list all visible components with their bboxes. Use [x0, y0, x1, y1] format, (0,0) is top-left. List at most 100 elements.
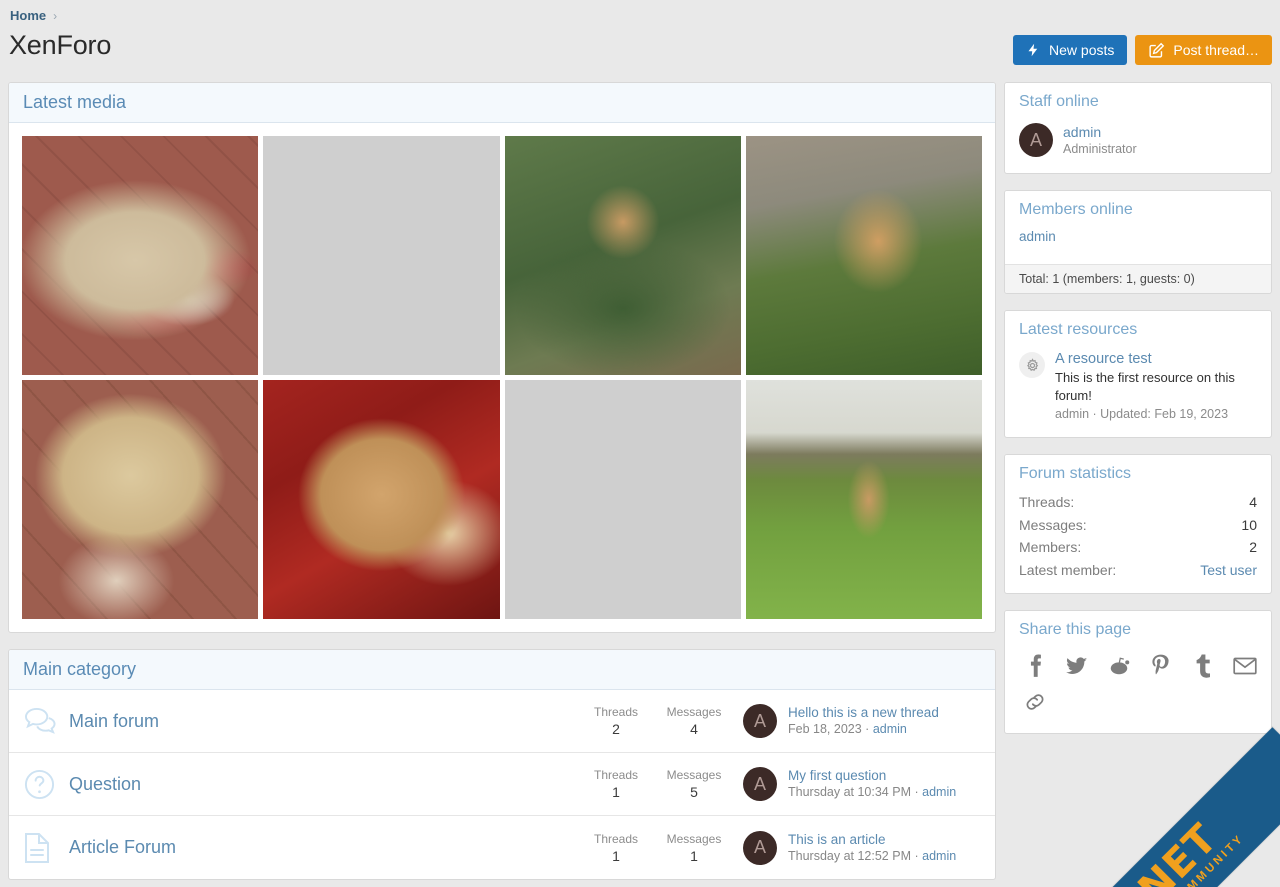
share-this-page-block: Share this page: [1004, 610, 1272, 734]
forum-name[interactable]: Main forum: [69, 711, 577, 732]
main-column: Latest media Main category: [8, 82, 996, 887]
media-image-2: [263, 136, 499, 375]
new-posts-button[interactable]: New posts: [1013, 35, 1127, 65]
pinterest-icon[interactable]: [1149, 653, 1173, 679]
watermark-main-text: ENXF.NET: [1038, 818, 1224, 887]
member-link[interactable]: admin: [1019, 227, 1257, 252]
last-post-title[interactable]: Hello this is a new thread: [788, 704, 939, 721]
media-thumbnail[interactable]: [22, 380, 258, 619]
threads-value: 1: [577, 847, 655, 865]
meta-separator: ·: [914, 849, 918, 863]
media-thumbnail[interactable]: [505, 136, 741, 375]
forum-name[interactable]: Article Forum: [69, 837, 577, 858]
post-thread-button[interactable]: Post thread…: [1135, 35, 1272, 65]
messages-value: 4: [655, 720, 733, 738]
reddit-icon[interactable]: [1107, 653, 1131, 679]
last-post-user[interactable]: admin: [922, 785, 956, 799]
media-thumbnail[interactable]: [263, 380, 499, 619]
media-image-1: [22, 136, 258, 375]
last-post-text: This is an article Thursday at 12:52 PM …: [788, 831, 956, 865]
forum-stats: Threads 2 Messages 4: [577, 704, 733, 738]
last-post-date: Thursday at 10:34 PM: [788, 785, 911, 799]
latest-media-body: [9, 123, 995, 632]
staff-member-info: admin Administrator: [1063, 124, 1137, 157]
statistic-row: Threads: 4: [1019, 491, 1257, 514]
statistic-row: Messages: 10: [1019, 514, 1257, 537]
resource-title[interactable]: A resource test: [1055, 350, 1257, 369]
gear-icon: [1019, 352, 1045, 378]
bolt-icon: [1026, 42, 1041, 58]
media-thumbnail[interactable]: [746, 136, 982, 375]
media-grid: [22, 136, 982, 619]
share-this-page-body: [1005, 643, 1271, 733]
meta-separator: ·: [914, 785, 918, 799]
twitter-icon[interactable]: [1065, 653, 1089, 679]
breadcrumb-home[interactable]: Home: [10, 8, 46, 23]
statistic-label: Latest member:: [1019, 559, 1116, 582]
media-thumbnail[interactable]: [505, 380, 741, 619]
staff-member[interactable]: A admin Administrator: [1019, 119, 1257, 161]
meta-separator: ·: [865, 722, 869, 736]
last-post-user[interactable]: admin: [873, 722, 907, 736]
forum-row[interactable]: Main forum Threads 2 Messages 4 A Hello …: [9, 690, 995, 753]
media-thumbnail[interactable]: [746, 380, 982, 619]
media-image-8: [746, 380, 982, 619]
avatar[interactable]: A: [743, 767, 777, 801]
statistic-label: Threads:: [1019, 491, 1074, 514]
last-post-text: My first question Thursday at 10:34 PM ·…: [788, 767, 956, 801]
share-this-page-title: Share this page: [1005, 611, 1271, 643]
latest-resources-block: Latest resources A resource test This is…: [1004, 310, 1272, 438]
forum-page: Home › XenForo New posts Post thread…: [0, 0, 1280, 887]
forum-statistics-block: Forum statistics Threads: 4 Messages: 10…: [1004, 454, 1272, 594]
members-online-title: Members online: [1005, 191, 1271, 223]
statistic-label: Members:: [1019, 536, 1081, 559]
watermark-text-orange: .NET: [1118, 815, 1226, 887]
last-post-meta: Thursday at 10:34 PM · admin: [788, 784, 956, 801]
staff-member-name[interactable]: admin: [1063, 124, 1137, 141]
email-icon[interactable]: [1233, 653, 1257, 679]
breadcrumb: Home ›: [10, 8, 57, 23]
avatar[interactable]: A: [743, 704, 777, 738]
last-post: A This is an article Thursday at 12:52 P…: [733, 831, 981, 865]
forum-row[interactable]: Article Forum Threads 1 Messages 1 A Thi…: [9, 816, 995, 879]
members-online-body: admin: [1005, 223, 1271, 264]
page-title: XenForo: [9, 30, 111, 61]
staff-online-body: A admin Administrator: [1005, 115, 1271, 173]
media-thumbnail[interactable]: [22, 136, 258, 375]
latest-resources-title: Latest resources: [1005, 311, 1271, 343]
media-image-5: [22, 380, 258, 619]
statistic-value: 10: [1241, 514, 1257, 537]
forum-name[interactable]: Question: [69, 774, 577, 795]
avatar[interactable]: A: [743, 831, 777, 865]
enxf-watermark: ENXF.NET XENFORO PREMIUM COMMUNITY: [947, 727, 1280, 887]
last-post-date: Thursday at 12:52 PM: [788, 849, 911, 863]
last-post-title[interactable]: My first question: [788, 767, 956, 784]
article-icon: [23, 831, 69, 865]
main-category-block: Main category Main forum Threads 2 Messa: [8, 649, 996, 880]
resource-item[interactable]: A resource test This is the first resour…: [1019, 347, 1257, 425]
media-thumbnail[interactable]: [263, 136, 499, 375]
tumblr-icon[interactable]: [1191, 653, 1215, 679]
latest-member-link[interactable]: Test user: [1200, 559, 1257, 582]
new-posts-label: New posts: [1049, 42, 1114, 58]
pencil-square-icon: [1148, 42, 1165, 59]
latest-media-block: Latest media: [8, 82, 996, 633]
members-online-block: Members online admin Total: 1 (members: …: [1004, 190, 1272, 294]
forum-row[interactable]: Question Threads 1 Messages 5 A My first…: [9, 753, 995, 816]
threads-stat: Threads 2: [577, 704, 655, 738]
link-icon[interactable]: [1023, 689, 1047, 715]
last-post-user[interactable]: admin: [922, 849, 956, 863]
avatar[interactable]: A: [1019, 123, 1053, 157]
question-circle-icon: [23, 768, 69, 801]
messages-label: Messages: [655, 767, 733, 783]
media-image-4: [746, 136, 982, 375]
messages-label: Messages: [655, 831, 733, 847]
last-post-title[interactable]: This is an article: [788, 831, 956, 848]
threads-stat: Threads 1: [577, 767, 655, 801]
resource-meta: admin · Updated: Feb 19, 2023: [1055, 405, 1257, 423]
messages-stat: Messages 4: [655, 704, 733, 738]
post-thread-label: Post thread…: [1173, 42, 1259, 58]
staff-online-block: Staff online A admin Administrator: [1004, 82, 1272, 174]
forum-stats: Threads 1 Messages 5: [577, 767, 733, 801]
facebook-icon[interactable]: [1023, 653, 1047, 679]
